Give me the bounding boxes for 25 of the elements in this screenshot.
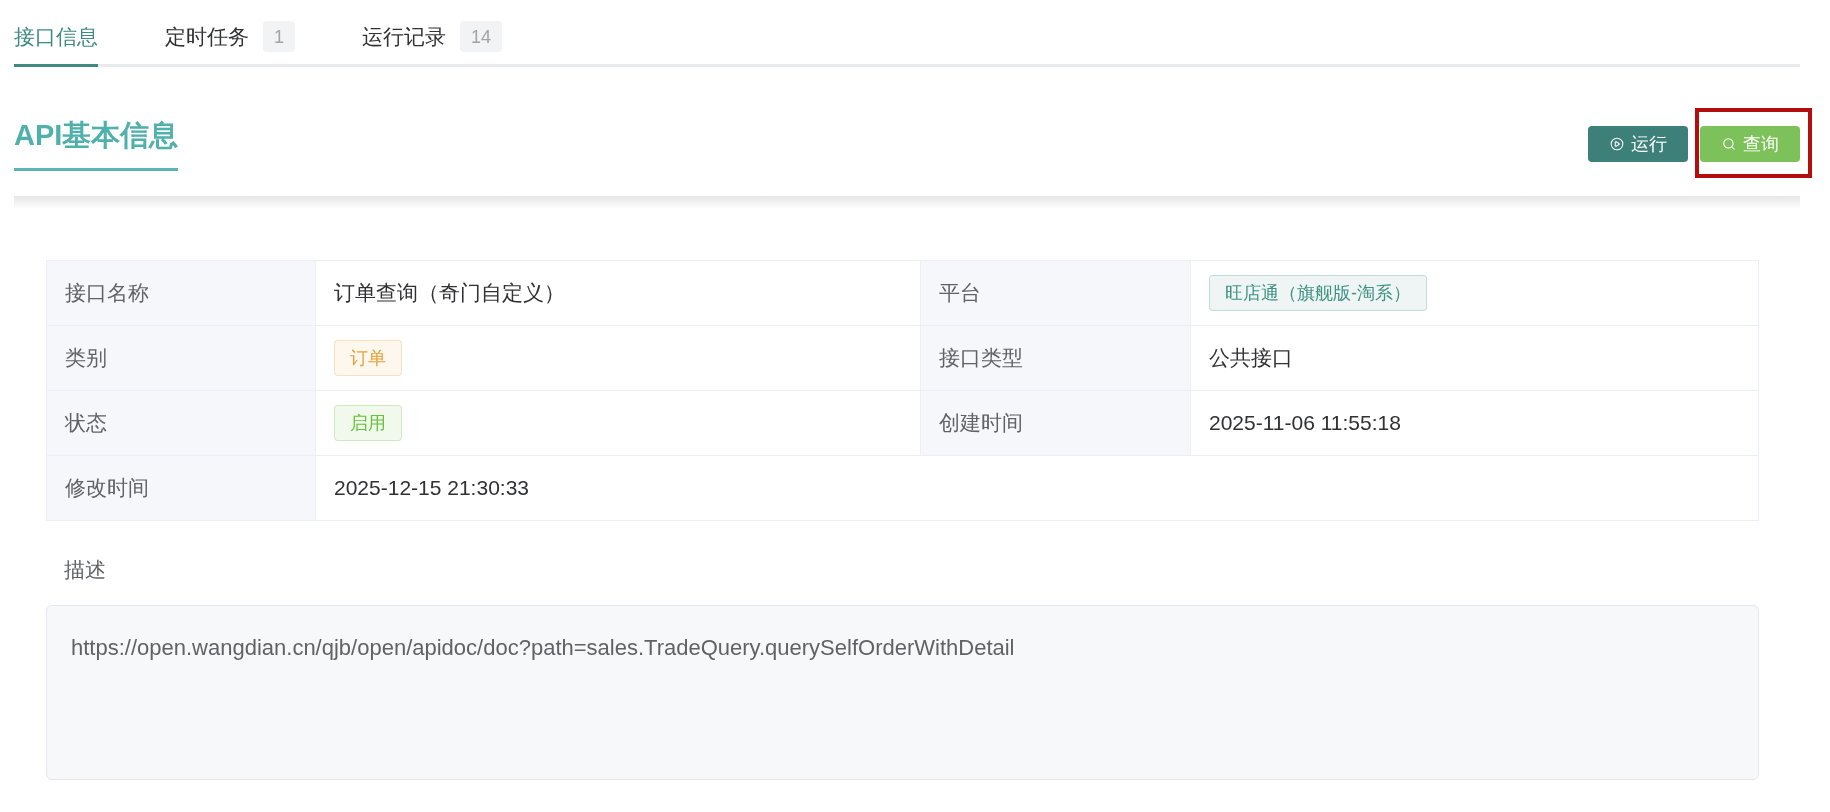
search-icon xyxy=(1721,137,1736,151)
value-tag: 旺店通（旗舰版-淘系） xyxy=(1209,275,1427,311)
description-field: https://open.wangdian.cn/qjb/open/apidoc/doc?path=sales.TradeQuery.querySelfOrderWithDetail xyxy=(46,605,1759,780)
field-value: 公共接口 xyxy=(1191,326,1759,391)
tab[interactable]: 接口信息 xyxy=(14,21,98,67)
field-label: 平台 xyxy=(921,261,1191,326)
field-label: 创建时间 xyxy=(921,391,1191,456)
field-value: 订单查询（奇门自定义） xyxy=(316,261,921,326)
description-label: 描述 xyxy=(63,557,107,583)
field-label: 接口名称 xyxy=(47,261,316,326)
field-label: 修改时间 xyxy=(47,456,316,521)
play-circle-icon xyxy=(1609,137,1624,151)
field-value: 2025-11-06 11:55:18 xyxy=(1191,391,1759,456)
run-button[interactable]: 运行 xyxy=(1588,126,1688,162)
tab-count: 14 xyxy=(460,21,503,52)
tab-count: 1 xyxy=(263,21,295,52)
value-tag: 启用 xyxy=(334,405,402,441)
field-label: 状态 xyxy=(47,391,316,456)
tab[interactable]: 运行记录 14 xyxy=(362,21,503,67)
tab[interactable]: 定时任务 1 xyxy=(165,21,295,67)
section-title: API基本信息 xyxy=(14,118,179,153)
value-tag: 订单 xyxy=(334,340,402,376)
field-value: 2025-12-15 21:30:33 xyxy=(316,456,1759,521)
field-label: 类别 xyxy=(47,326,316,391)
field-label: 接口类型 xyxy=(921,326,1191,391)
